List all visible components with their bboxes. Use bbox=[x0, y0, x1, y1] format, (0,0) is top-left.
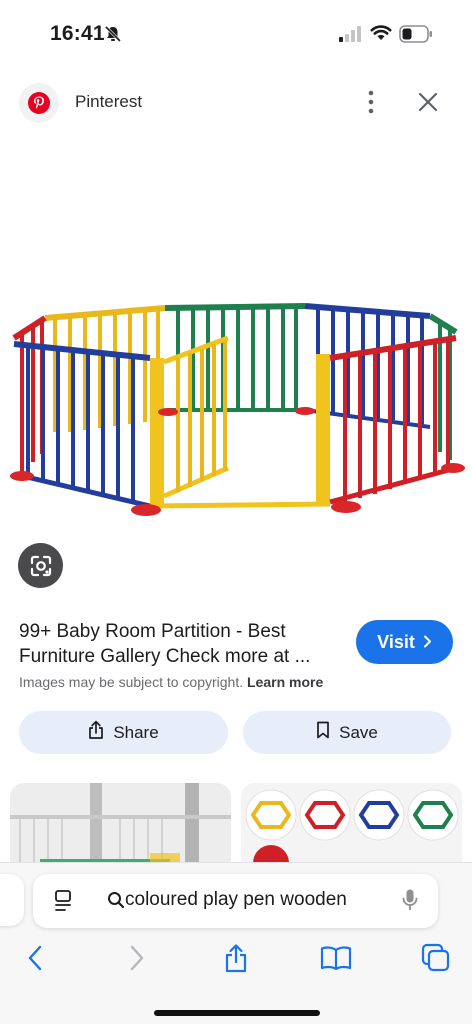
related-image-2[interactable] bbox=[241, 783, 462, 873]
tabs-icon[interactable] bbox=[419, 941, 453, 975]
copyright-text: Images may be subject to copyright. bbox=[19, 674, 244, 690]
save-label: Save bbox=[339, 722, 378, 742]
pinterest-logo[interactable] bbox=[19, 83, 59, 123]
close-icon[interactable] bbox=[416, 90, 440, 114]
share-button[interactable]: Share bbox=[19, 711, 228, 754]
battery-icon bbox=[399, 25, 433, 48]
share-icon[interactable] bbox=[219, 941, 253, 975]
result-image[interactable] bbox=[0, 282, 472, 522]
share-icon bbox=[88, 720, 104, 745]
bookmark-icon bbox=[316, 721, 330, 744]
source-name[interactable]: Pinterest bbox=[75, 92, 142, 112]
visit-button[interactable]: Visit bbox=[356, 620, 453, 664]
search-icon bbox=[107, 891, 125, 914]
source-header: Pinterest bbox=[0, 78, 472, 126]
browser-toolbar: coloured play pen wooden bbox=[0, 862, 472, 1024]
bell-slash-icon bbox=[104, 25, 122, 48]
more-vertical-icon[interactable] bbox=[360, 88, 382, 116]
previous-tab-card[interactable] bbox=[0, 874, 24, 926]
address-query[interactable]: coloured play pen wooden bbox=[125, 889, 347, 911]
save-button[interactable]: Save bbox=[243, 711, 451, 754]
learn-more-link[interactable]: Learn more bbox=[247, 674, 323, 690]
back-icon[interactable] bbox=[18, 941, 52, 975]
page-format-icon[interactable] bbox=[53, 889, 75, 918]
address-bar[interactable]: coloured play pen wooden bbox=[33, 874, 438, 928]
copyright-notice: Images may be subject to copyright. Lear… bbox=[19, 674, 323, 690]
home-indicator bbox=[154, 1010, 320, 1016]
status-bar: 16:41 bbox=[0, 0, 472, 70]
google-lens-icon[interactable] bbox=[18, 543, 63, 588]
forward-icon[interactable] bbox=[120, 941, 154, 975]
share-label: Share bbox=[113, 722, 159, 742]
related-image-1[interactable] bbox=[10, 783, 231, 873]
bookmarks-icon[interactable] bbox=[319, 941, 353, 975]
microphone-icon[interactable] bbox=[401, 888, 419, 917]
result-title-line-1: 99+ Baby Room Partition - Best bbox=[19, 621, 286, 642]
result-title[interactable]: 99+ Baby Room Partition - Best Furniture… bbox=[19, 619, 349, 669]
cellular-signal-icon bbox=[339, 26, 363, 47]
chevron-right-icon bbox=[423, 632, 432, 653]
result-title-line-2: Furniture Gallery Check more at ... bbox=[19, 646, 311, 667]
status-time: 16:41 bbox=[50, 22, 105, 45]
visit-label: Visit bbox=[377, 631, 415, 652]
wifi-icon bbox=[370, 24, 392, 46]
